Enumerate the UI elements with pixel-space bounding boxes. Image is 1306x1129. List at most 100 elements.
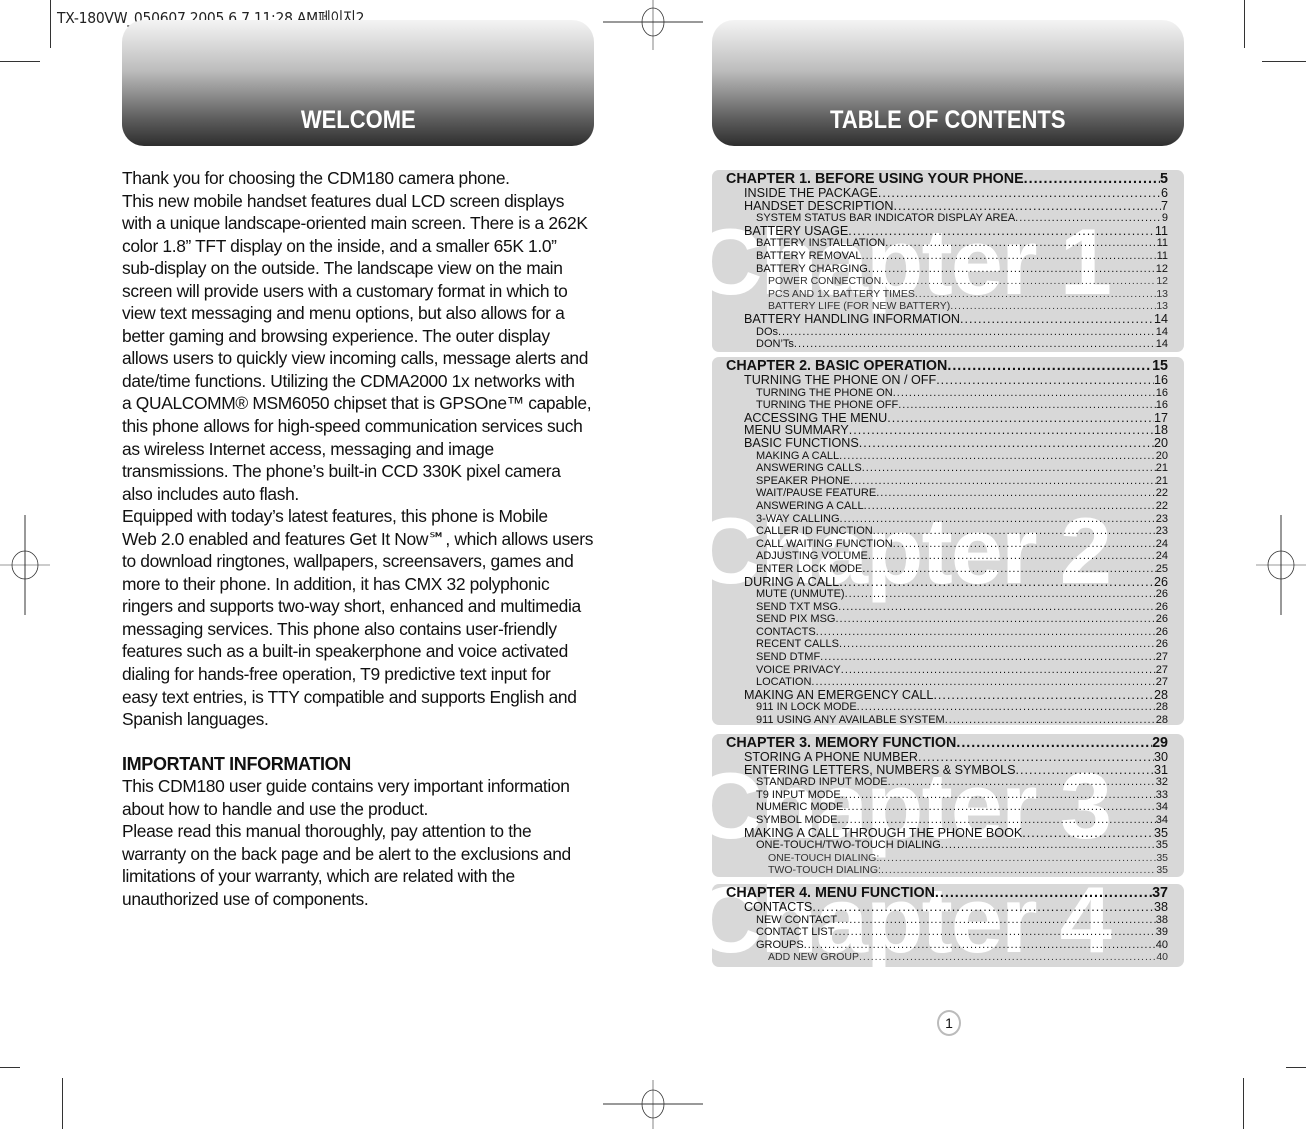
toc-chapter-title[interactable]: CHAPTER 3. MEMORY FUNCTION..............… bbox=[726, 736, 1168, 751]
toc-entry[interactable]: RECENT CALLS............................… bbox=[726, 638, 1168, 651]
toc-page-number: 35 bbox=[1153, 825, 1168, 840]
toc-entry[interactable]: 3-WAY CALLING...........................… bbox=[726, 513, 1168, 526]
intro-line: more to their phone. In addition, it has… bbox=[122, 573, 550, 594]
toc-entry[interactable]: STANDARD INPUT MODE.....................… bbox=[726, 776, 1168, 789]
toc-entry[interactable]: SYSTEM STATUS BAR INDICATOR DISPLAY AREA… bbox=[726, 212, 1168, 225]
toc-entry[interactable]: ANSWERING A CALL........................… bbox=[726, 500, 1168, 513]
toc-entry[interactable]: CONTACTS................................… bbox=[726, 626, 1168, 639]
toc-entry[interactable]: ADD NEW GROUP...........................… bbox=[726, 951, 1168, 964]
toc-entry-title: TURNING THE PHONE OFF bbox=[756, 399, 899, 412]
toc-page-number: 27 bbox=[1155, 663, 1168, 676]
dot-leader: ........................................… bbox=[1015, 212, 1162, 225]
toc-entry[interactable]: ENTERING LETTERS, NUMBERS & SYMBOLS.....… bbox=[726, 763, 1168, 777]
toc-entry-title: HANDSET DESCRIPTION bbox=[744, 198, 894, 213]
toc-entry[interactable]: MAKING AN EMERGENCY CALL................… bbox=[726, 689, 1168, 702]
toc-entry[interactable]: GROUPS..................................… bbox=[726, 939, 1168, 952]
toc-entry[interactable]: BATTERY USAGE...........................… bbox=[726, 225, 1168, 238]
toc-entry[interactable]: TURNING THE PHONE OFF...................… bbox=[726, 399, 1168, 412]
toc-entry[interactable]: BATTERY CHARGING........................… bbox=[726, 263, 1168, 276]
toc-title: TABLE OF CONTENTS bbox=[830, 106, 1066, 134]
toc-entry-title: 911 USING ANY AVAILABLE SYSTEM bbox=[756, 714, 945, 725]
toc-chapter-title[interactable]: CHAPTER 2. BASIC OPERATION..............… bbox=[726, 359, 1168, 374]
dot-leader: ........................................… bbox=[944, 714, 1156, 725]
toc-chapter-2: Chapter 2 CHAPTER 2. BASIC OPERATION.....… bbox=[712, 357, 1184, 725]
toc-entry[interactable]: 911 IN LOCK MODE........................… bbox=[726, 701, 1168, 714]
important-line: about how to handle and use the product. bbox=[122, 798, 429, 819]
toc-entry[interactable]: ADJUSTING VOLUME........................… bbox=[726, 550, 1168, 563]
toc-entry[interactable]: CONTACT LIST............................… bbox=[726, 926, 1168, 939]
toc-entry[interactable]: NUMERIC MODE............................… bbox=[726, 801, 1168, 814]
toc-entry[interactable]: DOs.....................................… bbox=[726, 326, 1168, 339]
toc-entry[interactable]: BATTERY INSTALLATION....................… bbox=[726, 237, 1168, 250]
toc-entry-title: DON’Ts bbox=[756, 338, 794, 351]
toc-entry[interactable]: BASIC FUNCTIONS.........................… bbox=[726, 437, 1168, 450]
toc-entry[interactable]: ONE-TOUCH/TWO-TOUCH DIALING.............… bbox=[726, 839, 1168, 852]
toc-entry[interactable]: CONTACTS................................… bbox=[726, 901, 1168, 914]
toc-page-number: 35 bbox=[1156, 851, 1168, 864]
crop-mark bbox=[1243, 1078, 1244, 1129]
toc-entry[interactable]: ANSWERING CALLS.........................… bbox=[726, 462, 1168, 475]
intro-line: screen will provide users with a customa… bbox=[122, 280, 568, 301]
toc-entry[interactable]: SYMBOL MODE.............................… bbox=[726, 814, 1168, 827]
dot-leader: ........................................… bbox=[959, 312, 1154, 326]
toc-chapter-title[interactable]: CHAPTER 1. BEFORE USING YOUR PHONE......… bbox=[726, 172, 1168, 187]
dot-leader: ........................................… bbox=[839, 575, 1154, 589]
intro-line: features such as a built-in speakerphone… bbox=[122, 641, 568, 662]
toc-entry[interactable]: TURNING THE PHONE ON / OFF..............… bbox=[726, 374, 1168, 387]
dot-leader: ........................................… bbox=[839, 512, 1156, 525]
toc-entry[interactable]: SPEAKER PHONE...........................… bbox=[726, 475, 1168, 488]
toc-entry[interactable]: BATTERY HANDLING INFORMATION............… bbox=[726, 313, 1168, 326]
toc-entry[interactable]: TWO-TOUCH DIALING:......................… bbox=[726, 864, 1168, 877]
toc-entry-title: T9 INPUT MODE bbox=[756, 788, 841, 801]
dot-leader: ........................................… bbox=[863, 499, 1156, 512]
toc-entry[interactable]: PCS AND 1X BATTERY TIMES................… bbox=[726, 288, 1168, 301]
toc-entry[interactable]: INSIDE THE PACKAGE......................… bbox=[726, 187, 1168, 200]
toc-entry[interactable]: STORING A PHONE NUMBER..................… bbox=[726, 751, 1168, 764]
toc-entry[interactable]: MAKING A CALL...........................… bbox=[726, 450, 1168, 463]
toc-entry[interactable]: VOICE PRIVACY...........................… bbox=[726, 664, 1168, 677]
dot-leader: ........................................… bbox=[850, 474, 1156, 487]
toc-entry[interactable]: MUTE (UNMUTE)...........................… bbox=[726, 588, 1168, 601]
toc-entry[interactable]: TURNING THE PHONE ON....................… bbox=[726, 387, 1168, 400]
toc-entry-title: BATTERY INSTALLATION bbox=[756, 237, 886, 250]
dot-leader: ........................................… bbox=[877, 187, 1161, 200]
toc-page-number: 39 bbox=[1155, 926, 1168, 939]
dot-leader: ........................................… bbox=[848, 424, 1154, 437]
toc-page-number: 35 bbox=[1155, 839, 1168, 852]
toc-entry[interactable]: SEND PIX MSG............................… bbox=[726, 613, 1168, 626]
toc-page-number: 15 bbox=[1152, 358, 1168, 374]
intro-line: color 1.8” TFT display on the inside, an… bbox=[122, 235, 557, 256]
toc-entry[interactable]: POWER CONNECTION........................… bbox=[726, 275, 1168, 288]
toc-entry[interactable]: DON’Ts..................................… bbox=[726, 338, 1168, 351]
toc-entry[interactable]: ONE-TOUCH DIALING:......................… bbox=[726, 852, 1168, 865]
toc-entry[interactable]: SEND DTMF...............................… bbox=[726, 651, 1168, 664]
toc-chapter-title[interactable]: CHAPTER 4. MENU FUNCTION................… bbox=[726, 886, 1168, 901]
toc-entry[interactable]: CALL WAITING FUNCTION...................… bbox=[726, 538, 1168, 551]
toc-entry[interactable]: NEW CONTACT.............................… bbox=[726, 914, 1168, 927]
toc-entry-title: CONTACT LIST bbox=[756, 926, 835, 939]
dot-leader: ........................................… bbox=[839, 449, 1156, 462]
toc-entry[interactable]: BATTERY REMOVAL.........................… bbox=[726, 250, 1168, 263]
toc-entry[interactable]: WAIT/PAUSE FEATURE......................… bbox=[726, 487, 1168, 500]
toc-entry[interactable]: CALLER ID FUNCTION......................… bbox=[726, 525, 1168, 538]
registration-mark bbox=[0, 515, 50, 615]
toc-page-number: 30 bbox=[1153, 750, 1168, 764]
toc-entry[interactable]: LOCATION................................… bbox=[726, 676, 1168, 689]
dot-leader: ........................................… bbox=[838, 600, 1156, 613]
toc-page-number: 16 bbox=[1155, 386, 1168, 399]
toc-chapter-3: Chapter 3 CHAPTER 3. MEMORY FUNCTION.....… bbox=[712, 734, 1184, 877]
toc-entry[interactable]: MAKING A CALL THROUGH THE PHONE BOOK....… bbox=[726, 825, 1168, 840]
welcome-body: Thank you for choosing the CDM180 camera… bbox=[122, 167, 602, 911]
toc-entry[interactable]: ENTER LOCK MODE.........................… bbox=[726, 563, 1168, 576]
toc-entry[interactable]: SEND TXT MSG............................… bbox=[726, 601, 1168, 614]
toc-entry-title: TWO-TOUCH DIALING: bbox=[768, 864, 881, 877]
toc-page-number: 20 bbox=[1155, 449, 1168, 462]
toc-entry-title: CALL WAITING FUNCTION bbox=[756, 537, 893, 550]
toc-page-number: 38 bbox=[1153, 900, 1168, 914]
toc-page-number: 26 bbox=[1155, 613, 1168, 626]
toc-page-number: 22 bbox=[1155, 487, 1168, 500]
toc-entry[interactable]: 911 USING ANY AVAILABLE SYSTEM..........… bbox=[726, 714, 1168, 725]
toc-entry[interactable]: DURING A CALL...........................… bbox=[726, 575, 1168, 589]
toc-entry[interactable]: T9 INPUT MODE...........................… bbox=[726, 789, 1168, 802]
toc-entry[interactable]: HANDSET DESCRIPTION.....................… bbox=[726, 198, 1168, 213]
